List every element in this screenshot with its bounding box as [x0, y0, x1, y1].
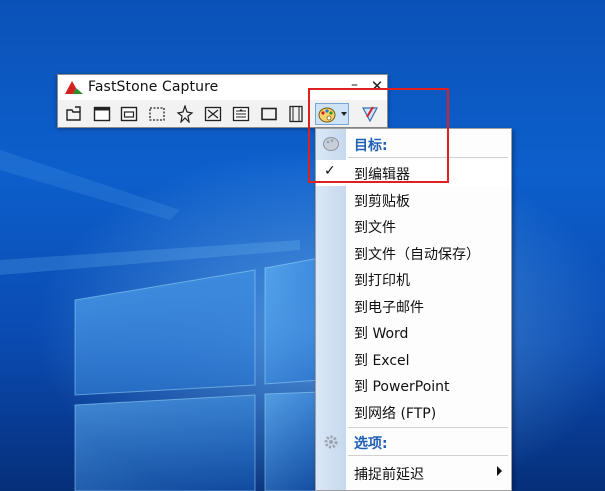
capture-rectangle-button[interactable]: [146, 103, 168, 125]
menu-item-to-file-autosave[interactable]: 到文件（自动保存）: [316, 240, 511, 266]
film-icon: [289, 105, 303, 123]
menu-separator: [348, 427, 508, 428]
open-folder-icon: [66, 106, 81, 121]
submenu-arrow-icon: [497, 466, 502, 476]
menu-item-label: 到 PowerPoint: [354, 379, 450, 395]
menu-item-label: 到 Excel: [354, 353, 410, 369]
window-icon: [93, 106, 111, 122]
capture-fixed-region-button[interactable]: [258, 103, 280, 125]
menu-item-to-word[interactable]: 到 Word: [316, 319, 511, 345]
gear-icon: [324, 435, 338, 449]
menu-item-to-file[interactable]: 到文件: [316, 213, 511, 239]
capture-active-window-button[interactable]: [91, 103, 113, 125]
open-file-button[interactable]: [63, 103, 85, 125]
menu-item-label: 到剪贴板: [354, 194, 410, 210]
screen-recorder-button[interactable]: [285, 103, 307, 125]
menu-item-label: 到文件（自动保存）: [354, 247, 480, 263]
scrolling-window-icon: [232, 106, 250, 122]
capture-scrolling-window-button[interactable]: [230, 103, 252, 125]
menu-item-to-ftp[interactable]: 到网络 (FTP): [316, 399, 511, 425]
red-highlight-annotation: [308, 88, 449, 183]
freehand-star-icon: [176, 105, 194, 123]
menu-item-label: 到网络 (FTP): [354, 406, 437, 422]
capture-window-object-button[interactable]: [118, 103, 140, 125]
capture-freehand-button[interactable]: [174, 103, 196, 125]
menu-header-options: 选项:: [316, 429, 511, 455]
menu-item-to-excel[interactable]: 到 Excel: [316, 346, 511, 372]
faststone-logo-icon: [65, 81, 83, 94]
window-title: FastStone Capture: [88, 79, 219, 95]
menu-item-label: 到电子邮件: [354, 300, 424, 316]
dashed-rect-icon: [149, 107, 165, 121]
full-screen-icon: [204, 106, 222, 122]
menu-item-to-powerpoint[interactable]: 到 PowerPoint: [316, 372, 511, 398]
menu-item-to-printer[interactable]: 到打印机: [316, 266, 511, 292]
menu-item-label: 捕捉前延迟: [354, 467, 424, 483]
fixed-rect-icon: [261, 107, 277, 121]
menu-item-to-email[interactable]: 到电子邮件: [316, 293, 511, 319]
window-object-icon: [120, 106, 138, 122]
menu-item-capture-delay[interactable]: 捕捉前延迟: [316, 460, 511, 486]
menu-item-label: 到打印机: [354, 273, 410, 289]
menu-separator: [348, 455, 508, 456]
menu-item-label: 到文件: [354, 220, 396, 236]
menu-item-to-clipboard[interactable]: 到剪贴板: [316, 187, 511, 213]
menu-item-label: 到 Word: [354, 326, 409, 342]
menu-header-label: 选项:: [354, 436, 388, 452]
capture-full-screen-button[interactable]: [202, 103, 224, 125]
